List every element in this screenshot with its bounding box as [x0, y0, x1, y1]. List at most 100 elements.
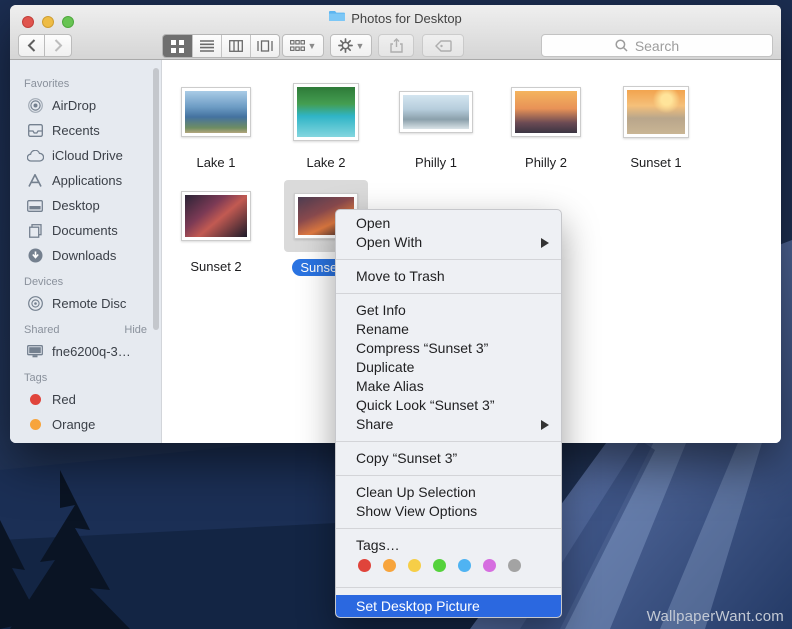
view-list-button[interactable]	[192, 35, 221, 57]
file-label: Sunset 2	[190, 259, 241, 274]
menu-separator	[336, 441, 561, 442]
search-icon	[615, 39, 628, 57]
sidebar-item-recents[interactable]: Recents	[10, 118, 161, 143]
tag-color-dot[interactable]	[408, 559, 421, 572]
tag-color-dot[interactable]	[358, 559, 371, 572]
menu-item-copy-sunset-3[interactable]: Copy “Sunset 3”	[336, 449, 561, 468]
share-button[interactable]	[378, 34, 414, 57]
watermark: WallpaperWant.com	[647, 608, 784, 625]
sidebar-item-desktop[interactable]: Desktop	[10, 193, 161, 218]
sidebar-item-label: Remote Disc	[52, 296, 126, 311]
search-input[interactable]	[542, 38, 772, 54]
sidebar-scrollbar[interactable]	[153, 68, 159, 330]
photo-thumbnail-frame	[399, 91, 473, 133]
sidebar-section-header: Devices	[24, 276, 147, 288]
file-philly-1[interactable]: Philly 1	[386, 76, 486, 170]
tag-color-dot[interactable]	[433, 559, 446, 572]
file-lake-1[interactable]: Lake 1	[166, 76, 266, 170]
submenu-arrow-icon	[541, 238, 549, 248]
menu-item-open-with[interactable]: Open With	[336, 233, 561, 252]
menu-item-open[interactable]: Open	[336, 214, 561, 233]
menu-separator	[336, 293, 561, 294]
back-button[interactable]	[18, 34, 45, 57]
sidebar-item-label: Orange	[52, 417, 95, 432]
file-label: Philly 1	[415, 155, 457, 170]
photo-thumbnail-frame	[623, 86, 689, 138]
file-thumbnail[interactable]	[171, 180, 261, 252]
view-switcher	[162, 34, 280, 58]
hide-section-button[interactable]: Hide	[124, 324, 147, 336]
menu-item-move-to-trash[interactable]: Move to Trash	[336, 267, 561, 286]
menu-item-quick-look-sunset-3[interactable]: Quick Look “Sunset 3”	[336, 396, 561, 415]
menu-item-share[interactable]: Share	[336, 415, 561, 434]
file-sunset-2[interactable]: Sunset 2	[166, 180, 266, 274]
tag-button[interactable]	[422, 34, 464, 57]
menu-tag-colors	[336, 555, 561, 580]
sidebar-item-fne6200q-3-[interactable]: fne6200q-3…	[10, 339, 161, 364]
file-thumbnail[interactable]	[389, 76, 483, 148]
section-title: Tags	[24, 372, 47, 384]
view-columns-button[interactable]	[221, 35, 250, 57]
arrange-button[interactable]: ▼	[282, 34, 324, 57]
file-lake-2[interactable]: Lake 2	[276, 76, 376, 170]
sidebar-item-documents[interactable]: Documents	[10, 218, 161, 243]
tag-color-dot[interactable]	[383, 559, 396, 572]
tag-color-dot[interactable]	[508, 559, 521, 572]
menu-item-tags[interactable]: Tags…	[336, 536, 561, 555]
downloads-icon	[26, 248, 44, 263]
sidebar-item-applications[interactable]: Applications	[10, 168, 161, 193]
window-chrome: Photos for Desktop	[10, 5, 781, 60]
tag-color-dot[interactable]	[458, 559, 471, 572]
sidebar-item-label: Desktop	[52, 198, 100, 213]
share-icon	[390, 38, 403, 53]
sidebar-item-remote-disc[interactable]: Remote Disc	[10, 291, 161, 316]
photo-image	[403, 95, 469, 129]
folder-icon	[329, 9, 345, 27]
file-philly-2[interactable]: Philly 2	[496, 76, 596, 170]
menu-item-make-alias[interactable]: Make Alias	[336, 377, 561, 396]
menu-item-compress-sunset-3[interactable]: Compress “Sunset 3”	[336, 339, 561, 358]
menu-item-duplicate[interactable]: Duplicate	[336, 358, 561, 377]
sidebar-item-red[interactable]: Red	[10, 387, 161, 412]
view-grid-button[interactable]	[163, 35, 192, 57]
menu-separator	[336, 587, 561, 588]
search-field[interactable]	[541, 34, 773, 57]
sidebar-item-icloud-drive[interactable]: iCloud Drive	[10, 143, 161, 168]
sidebar-item-label: Red	[52, 392, 76, 407]
photo-image	[515, 91, 577, 133]
menu-separator	[336, 528, 561, 529]
action-button[interactable]: ▼	[330, 34, 372, 57]
toolbar: ▼ ▼	[10, 31, 781, 60]
photo-thumbnail-frame	[181, 87, 251, 137]
file-thumbnail[interactable]	[171, 76, 261, 148]
chevron-down-icon: ▼	[308, 41, 317, 51]
section-title: Devices	[24, 276, 63, 288]
view-coverflow-button[interactable]	[250, 35, 279, 57]
applications-icon	[26, 174, 44, 187]
airdrop-icon	[26, 98, 44, 113]
documents-icon	[26, 224, 44, 238]
menu-item-get-info[interactable]: Get Info	[336, 301, 561, 320]
menu-item-clean-up-selection[interactable]: Clean Up Selection	[336, 483, 561, 502]
menu-item-show-view-options[interactable]: Show View Options	[336, 502, 561, 521]
file-sunset-1[interactable]: Sunset 1	[606, 76, 706, 170]
file-thumbnail[interactable]	[501, 76, 591, 148]
menu-item-rename[interactable]: Rename	[336, 320, 561, 339]
submenu-arrow-icon	[541, 420, 549, 430]
photo-thumbnail-frame	[511, 87, 581, 137]
sidebar-item-airdrop[interactable]: AirDrop	[10, 93, 161, 118]
sidebar-item-label: Applications	[52, 173, 122, 188]
menu-item-set-desktop-picture[interactable]: Set Desktop Picture	[336, 595, 561, 617]
gear-icon	[338, 38, 353, 53]
tag-dot	[26, 394, 44, 405]
file-thumbnail[interactable]	[283, 76, 369, 148]
sidebar-item-orange[interactable]: Orange	[10, 412, 161, 437]
menu-separator	[336, 259, 561, 260]
icloud-icon	[26, 150, 44, 162]
tag-color-dot[interactable]	[483, 559, 496, 572]
photo-image	[185, 91, 247, 133]
file-thumbnail[interactable]	[613, 76, 699, 148]
forward-button[interactable]	[45, 34, 72, 57]
sidebar-item-downloads[interactable]: Downloads	[10, 243, 161, 268]
recents-icon	[26, 124, 44, 137]
